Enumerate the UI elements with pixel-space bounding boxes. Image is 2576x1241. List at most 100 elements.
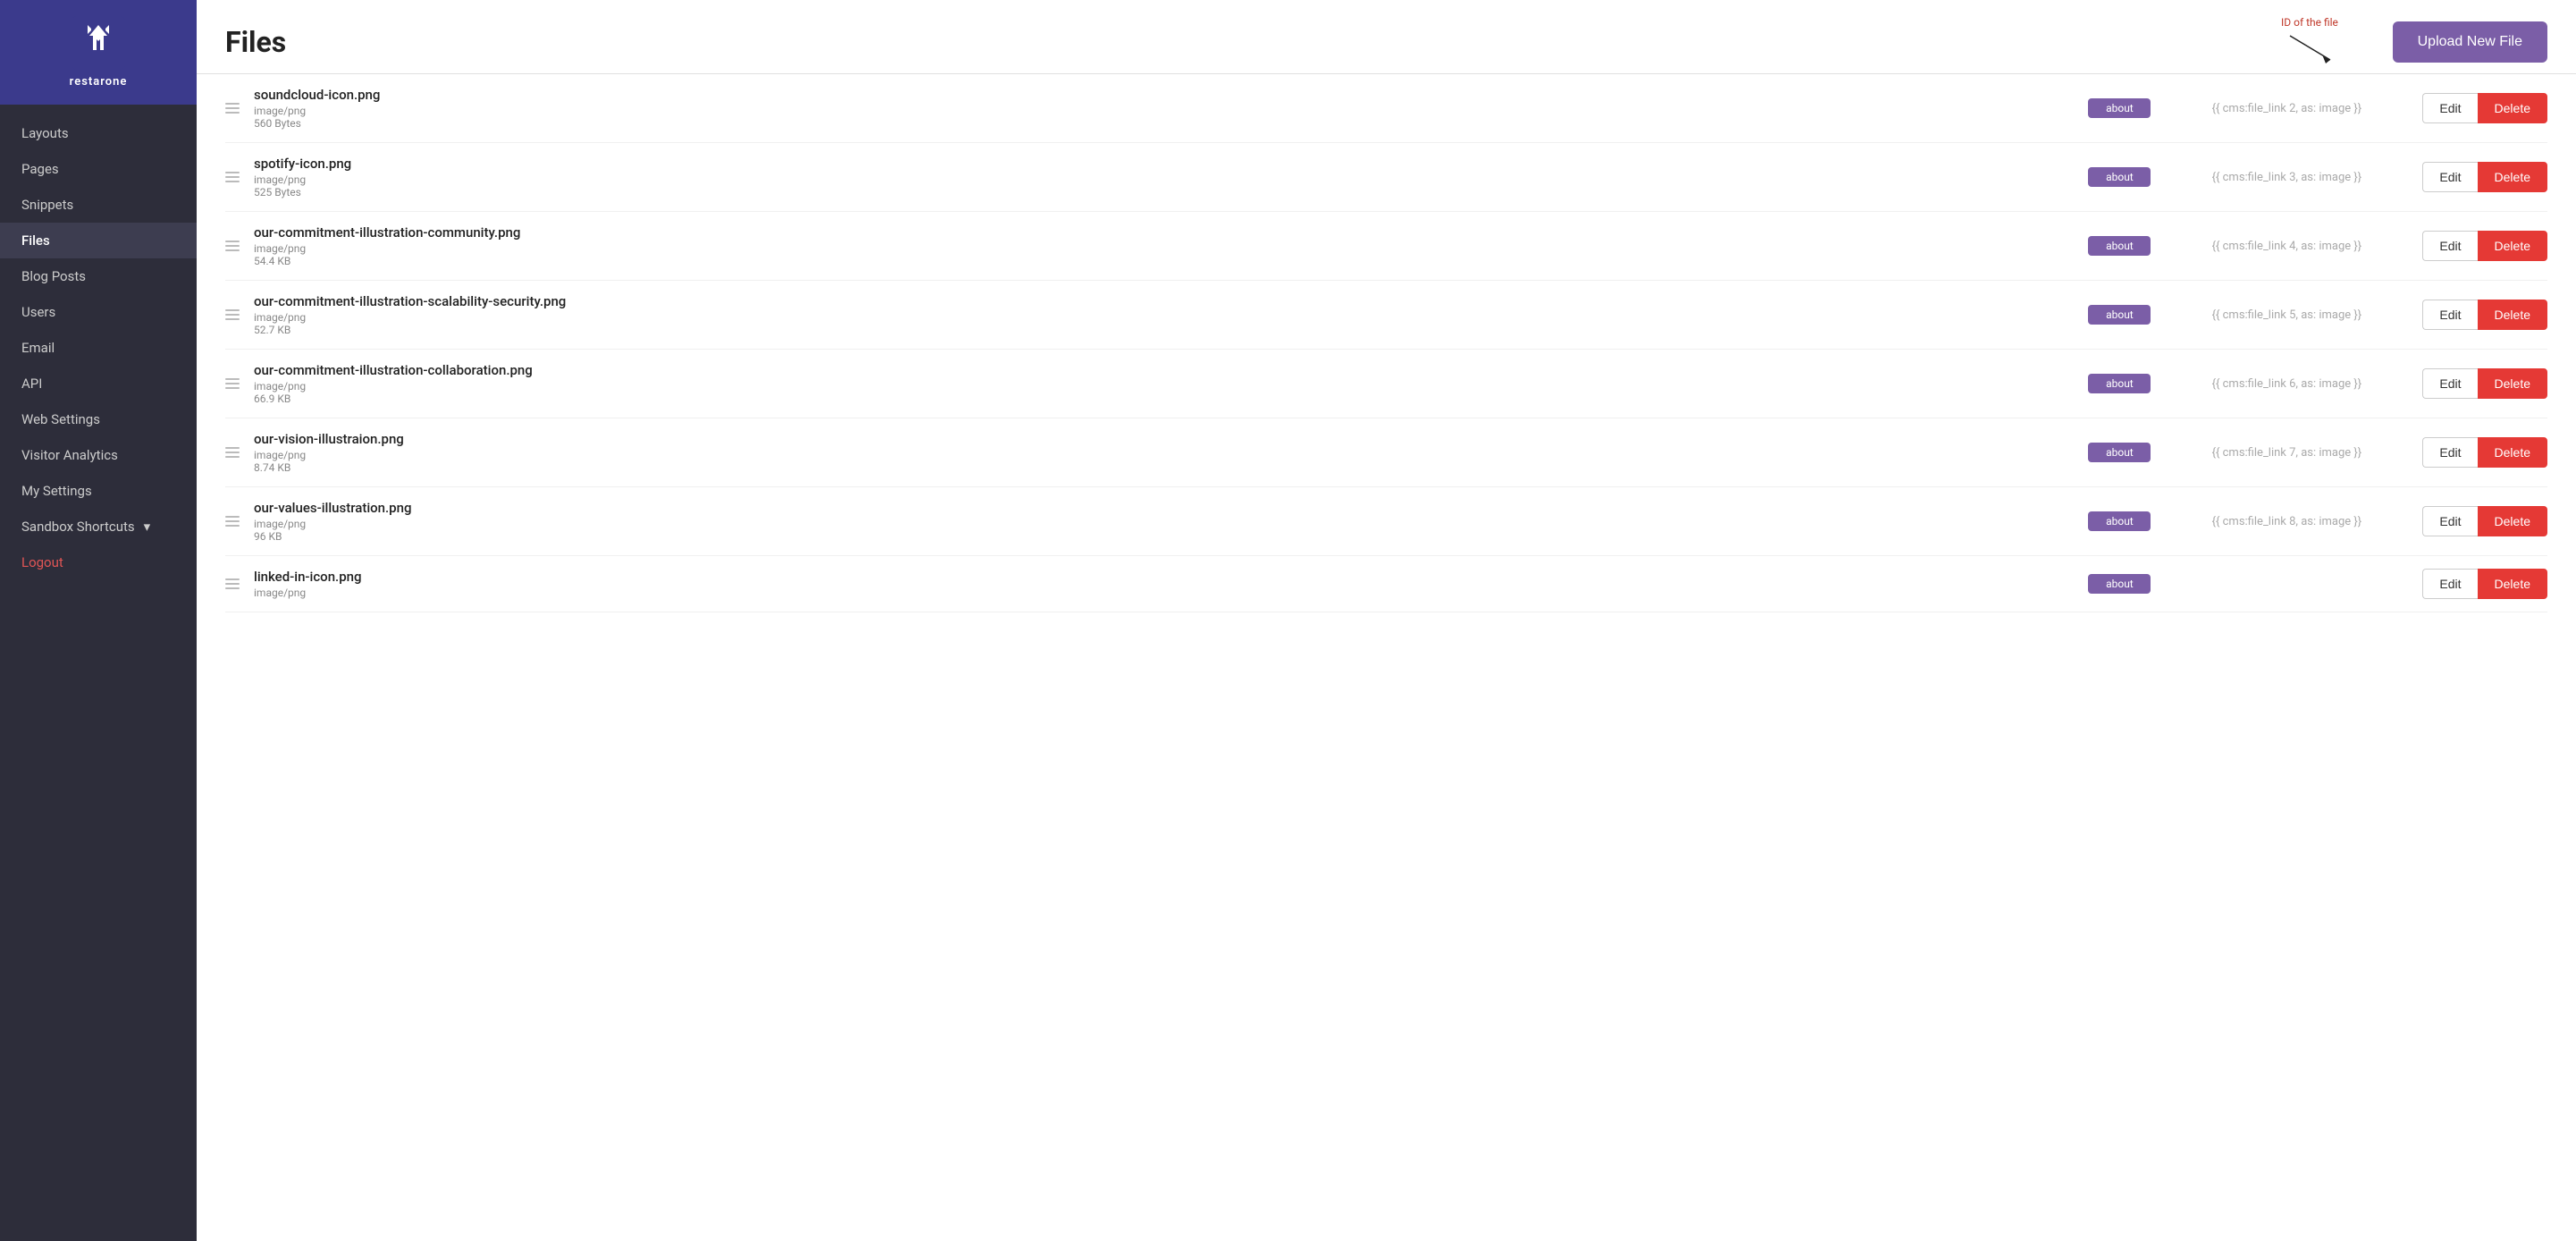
file-info: our-commitment-illustration-community.pn… <box>254 224 2077 267</box>
sidebar-item-my-settings[interactable]: My Settings <box>0 473 197 509</box>
file-name: our-commitment-illustration-scalability-… <box>254 293 2077 309</box>
sidebar-logo: restarone <box>0 0 197 105</box>
file-link-code: {{ cms:file_link 3, as: image }} <box>2161 171 2412 184</box>
edit-button[interactable]: Edit <box>2422 93 2477 123</box>
annotation-container: ID of the file <box>2272 13 2344 67</box>
logo-text: restarone <box>70 75 128 89</box>
file-tag: about <box>2088 98 2151 118</box>
edit-button[interactable]: Edit <box>2422 506 2477 536</box>
sidebar-nav: Layouts Pages Snippets Files Blog Posts … <box>0 105 197 1241</box>
file-meta: image/png <box>254 587 2077 599</box>
upload-new-file-button[interactable]: Upload New File <box>2393 21 2547 63</box>
file-link-code: {{ cms:file_link 8, as: image }} <box>2161 515 2412 528</box>
drag-handle-icon[interactable] <box>225 172 243 182</box>
file-meta: image/png52.7 KB <box>254 311 2077 336</box>
page-title: Files <box>225 25 286 59</box>
delete-button[interactable]: Delete <box>2478 569 2547 599</box>
edit-button[interactable]: Edit <box>2422 368 2477 399</box>
table-row: soundcloud-icon.png image/png560 Bytes a… <box>225 74 2547 143</box>
sidebar-item-files[interactable]: Files <box>0 223 197 258</box>
file-meta: image/png8.74 KB <box>254 449 2077 474</box>
table-row: our-commitment-illustration-collaboratio… <box>225 350 2547 418</box>
file-actions: Edit Delete <box>2422 162 2547 192</box>
file-tag: about <box>2088 167 2151 187</box>
file-name: our-vision-illustraion.png <box>254 431 2077 447</box>
chevron-down-icon: ▾ <box>144 519 151 535</box>
file-name: our-values-illustration.png <box>254 500 2077 516</box>
file-link-code: {{ cms:file_link 2, as: image }} <box>2161 102 2412 115</box>
sidebar-item-layouts[interactable]: Layouts <box>0 115 197 151</box>
annotation-label: ID of the file <box>2281 16 2338 29</box>
drag-handle-icon[interactable] <box>225 447 243 458</box>
drag-handle-icon[interactable] <box>225 241 243 251</box>
file-link-code: {{ cms:file_link 7, as: image }} <box>2161 446 2412 460</box>
edit-button[interactable]: Edit <box>2422 162 2477 192</box>
file-meta: image/png54.4 KB <box>254 242 2077 267</box>
table-row: our-commitment-illustration-scalability-… <box>225 281 2547 350</box>
edit-button[interactable]: Edit <box>2422 437 2477 468</box>
delete-button[interactable]: Delete <box>2478 93 2547 123</box>
sidebar-item-web-settings[interactable]: Web Settings <box>0 401 197 437</box>
file-info: spotify-icon.png image/png525 Bytes <box>254 156 2077 198</box>
drag-handle-icon[interactable] <box>225 578 243 589</box>
file-meta: image/png96 KB <box>254 518 2077 543</box>
edit-button[interactable]: Edit <box>2422 300 2477 330</box>
delete-button[interactable]: Delete <box>2478 368 2547 399</box>
file-name: linked-in-icon.png <box>254 569 2077 585</box>
file-tag: about <box>2088 236 2151 256</box>
file-tag: about <box>2088 443 2151 462</box>
sidebar-item-visitor-analytics[interactable]: Visitor Analytics <box>0 437 197 473</box>
delete-button[interactable]: Delete <box>2478 300 2547 330</box>
drag-handle-icon[interactable] <box>225 378 243 389</box>
sidebar: restarone Layouts Pages Snippets Files B… <box>0 0 197 1241</box>
edit-button[interactable]: Edit <box>2422 569 2477 599</box>
file-tag: about <box>2088 374 2151 393</box>
sidebar-item-sandbox-shortcuts[interactable]: Sandbox Shortcuts ▾ <box>0 509 197 545</box>
file-actions: Edit Delete <box>2422 437 2547 468</box>
sidebar-item-users[interactable]: Users <box>0 294 197 330</box>
table-row: linked-in-icon.png image/png about Edit … <box>225 556 2547 612</box>
table-row: our-commitment-illustration-community.pn… <box>225 212 2547 281</box>
sidebar-item-snippets[interactable]: Snippets <box>0 187 197 223</box>
file-name: spotify-icon.png <box>254 156 2077 172</box>
delete-button[interactable]: Delete <box>2478 231 2547 261</box>
logo-icon <box>72 16 125 70</box>
drag-handle-icon[interactable] <box>225 309 243 320</box>
edit-button[interactable]: Edit <box>2422 231 2477 261</box>
file-info: our-values-illustration.png image/png96 … <box>254 500 2077 543</box>
delete-button[interactable]: Delete <box>2478 506 2547 536</box>
file-actions: Edit Delete <box>2422 231 2547 261</box>
file-info: our-commitment-illustration-scalability-… <box>254 293 2077 336</box>
file-actions: Edit Delete <box>2422 569 2547 599</box>
sidebar-item-email[interactable]: Email <box>0 330 197 366</box>
drag-handle-icon[interactable] <box>225 103 243 114</box>
file-link-code: {{ cms:file_link 6, as: image }} <box>2161 377 2412 391</box>
delete-button[interactable]: Delete <box>2478 162 2547 192</box>
file-link-code: {{ cms:file_link 5, as: image }} <box>2161 308 2412 322</box>
annotation-arrow <box>2272 31 2344 67</box>
file-tag: about <box>2088 511 2151 531</box>
main-header: Files ID of the file Upload New File <box>197 0 2576 74</box>
table-row: our-values-illustration.png image/png96 … <box>225 487 2547 556</box>
file-tag: about <box>2088 305 2151 325</box>
table-row: spotify-icon.png image/png525 Bytes abou… <box>225 143 2547 212</box>
table-row: our-vision-illustraion.png image/png8.74… <box>225 418 2547 487</box>
file-info: soundcloud-icon.png image/png560 Bytes <box>254 87 2077 130</box>
file-link-code: {{ cms:file_link 4, as: image }} <box>2161 240 2412 253</box>
file-meta: image/png66.9 KB <box>254 380 2077 405</box>
file-meta: image/png560 Bytes <box>254 105 2077 130</box>
drag-handle-icon[interactable] <box>225 516 243 527</box>
sidebar-item-pages[interactable]: Pages <box>0 151 197 187</box>
main-content: Files ID of the file Upload New File sou… <box>197 0 2576 1241</box>
file-name: our-commitment-illustration-collaboratio… <box>254 362 2077 378</box>
file-info: linked-in-icon.png image/png <box>254 569 2077 599</box>
file-name: soundcloud-icon.png <box>254 87 2077 103</box>
file-actions: Edit Delete <box>2422 506 2547 536</box>
file-tag: about <box>2088 574 2151 594</box>
delete-button[interactable]: Delete <box>2478 437 2547 468</box>
sidebar-item-api[interactable]: API <box>0 366 197 401</box>
sidebar-item-logout[interactable]: Logout <box>0 545 197 580</box>
file-actions: Edit Delete <box>2422 93 2547 123</box>
file-actions: Edit Delete <box>2422 300 2547 330</box>
sidebar-item-blog-posts[interactable]: Blog Posts <box>0 258 197 294</box>
